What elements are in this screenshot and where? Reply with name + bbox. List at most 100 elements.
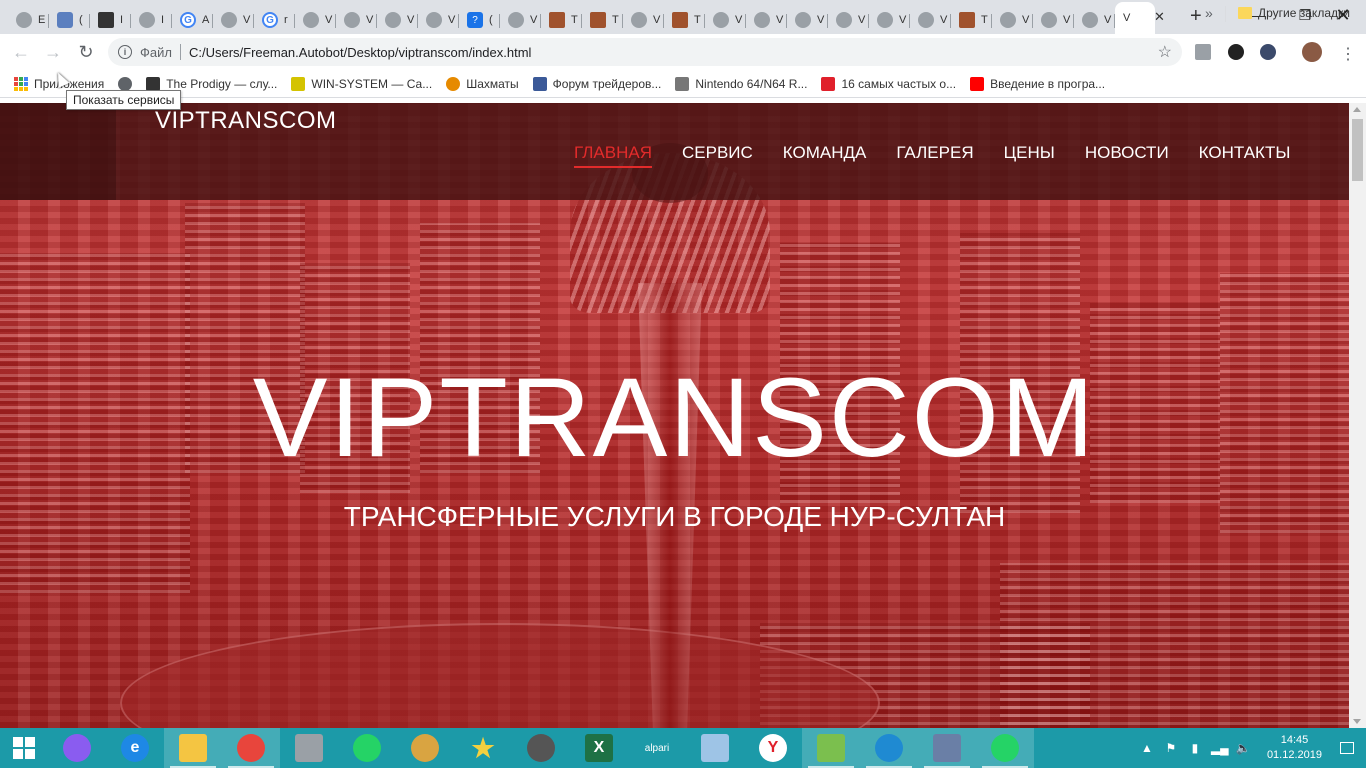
taskbar-3d-box[interactable] [686,728,744,768]
favorites-star-icon: ★ [471,732,495,763]
browser-tab[interactable]: V [295,6,336,34]
bookmark-item[interactable]: Шахматы [446,76,519,91]
show-hidden-icons[interactable]: ▲ [1139,741,1155,755]
bookmark-item[interactable]: Введение в програ... [970,76,1105,91]
browser-tab[interactable]: V [377,6,418,34]
extension-icon[interactable] [1228,44,1244,60]
bookmark-item[interactable] [118,76,133,91]
forward-button[interactable]: → [42,42,64,63]
site-logo[interactable]: VIPTRANSCOM [155,107,337,135]
taskbar-camera-app[interactable] [512,728,570,768]
browser-tab[interactable]: Gr [254,6,295,34]
yandex-browser-icon: Y [759,734,787,762]
browser-tab[interactable]: V [828,6,869,34]
notifications-icon[interactable] [1340,742,1354,754]
browser-tab[interactable]: V [213,6,254,34]
browser-tab[interactable]: V [500,6,541,34]
taskbar-calculator[interactable] [280,728,338,768]
taskbar-notepad-plus[interactable] [802,728,860,768]
active-browser-tab[interactable]: V [1115,2,1155,34]
browser-tab[interactable]: I [131,6,172,34]
taskbar-alice[interactable] [48,728,106,768]
browser-tab[interactable]: T [541,6,582,34]
browser-tab[interactable]: ( [49,6,90,34]
browser-tab[interactable]: V [1033,6,1074,34]
browser-tab[interactable]: T [664,6,705,34]
start-button[interactable] [0,728,48,768]
reload-button[interactable]: ↻ [75,42,97,63]
browser-tab[interactable]: E [8,6,49,34]
back-button[interactable]: ← [10,42,32,63]
address-url[interactable]: C:/Users/Freeman.Autobot/Desktop/viptran… [189,45,531,60]
taskbar-chrome[interactable] [222,728,280,768]
browser-tab[interactable]: V [623,6,664,34]
scroll-up-icon[interactable] [1353,107,1361,112]
nav-link[interactable]: ЦЕНЫ [1004,143,1055,168]
nav-link[interactable]: ГАЛЕРЕЯ [896,143,973,168]
browser-tab[interactable]: T [582,6,623,34]
bookmark-item[interactable]: Nintendo 64/N64 R... [675,76,807,91]
more-bookmarks-icon[interactable]: » [1205,5,1213,21]
browser-tab[interactable]: V [418,6,459,34]
taskbar-whatsapp[interactable] [338,728,396,768]
browser-tab[interactable]: V [910,6,951,34]
bookmark-item[interactable]: 16 самых частых о... [821,76,957,91]
new-tab-button[interactable]: + [1190,5,1202,28]
nav-link[interactable]: НОВОСТИ [1085,143,1169,168]
battery-icon[interactable]: ▮ [1187,741,1203,755]
profile-avatar[interactable] [1302,42,1322,62]
signal-icon[interactable]: ▂▄ [1211,741,1229,755]
browser-tab[interactable]: ?( [459,6,500,34]
clock[interactable]: 14:45 01.12.2019 [1267,733,1322,763]
taskbar-internet-explorer[interactable]: e [106,728,164,768]
bookmark-label: Форум трейдеров... [552,76,662,91]
address-bar[interactable]: i Файл C:/Users/Freeman.Autobot/Desktop/… [108,38,1182,66]
nav-link[interactable]: КОМАНДА [783,143,867,168]
nav-link[interactable]: КОНТАКТЫ [1199,143,1291,168]
browser-tab[interactable]: V [787,6,828,34]
question-icon: ? [467,12,483,28]
taskbar-vscode[interactable] [860,728,918,768]
taskbar-favorites-star[interactable]: ★ [454,728,512,768]
browser-tab[interactable]: T [951,6,992,34]
scrollbar-thumb[interactable] [1352,119,1363,181]
nav-link[interactable]: ГЛАВНАЯ [574,143,652,168]
globe-icon [508,12,524,28]
browser-menu-icon[interactable]: ⋮ [1340,44,1356,63]
bookmark-item[interactable]: The Prodigy — слу... [146,76,277,91]
browser-tab[interactable]: V [746,6,787,34]
extension-icon[interactable] [1260,44,1276,60]
browser-tab[interactable]: GА [172,6,213,34]
scroll-down-icon[interactable] [1353,719,1361,724]
bookmark-item[interactable]: WIN-SYSTEM — Са... [291,76,432,91]
volume-icon[interactable]: 🔈 [1235,741,1251,755]
taskbar-file-explorer[interactable] [164,728,222,768]
chess-icon [446,76,461,91]
browser-tab[interactable]: V [1074,6,1115,34]
browser-tab[interactable]: V [869,6,910,34]
tab-title: E [38,14,46,26]
bookmark-label: 16 самых частых о... [841,76,957,91]
nav-link[interactable]: СЕРВИС [682,143,753,168]
taskbar-whatsapp-desktop[interactable] [976,728,1034,768]
calculator-icon [295,734,323,762]
taskbar-alpari[interactable]: alpari [628,728,686,768]
network-flag-icon[interactable]: ⚑ [1163,741,1179,755]
tab-title: V [1123,12,1131,24]
info-icon[interactable]: i [118,45,132,59]
tab-title: I [120,14,124,26]
browser-tab[interactable]: V [336,6,377,34]
taskbar-yandex-browser[interactable]: Y [744,728,802,768]
bookmark-item[interactable]: Форум трейдеров... [532,76,662,91]
other-bookmarks[interactable]: Другие закладки [1238,6,1350,20]
browser-tab[interactable]: V [992,6,1033,34]
browser-tab[interactable]: V [705,6,746,34]
close-tab-icon[interactable]: ✕ [1154,9,1165,25]
browser-tab[interactable]: I [90,6,131,34]
bookmark-star-icon[interactable]: ☆ [1158,42,1172,62]
taskbar-paint[interactable] [396,728,454,768]
extension-icon[interactable] [1195,44,1211,60]
taskbar-remote-desktop[interactable] [918,728,976,768]
page-scrollbar[interactable] [1349,103,1366,728]
taskbar-excel[interactable]: X [570,728,628,768]
